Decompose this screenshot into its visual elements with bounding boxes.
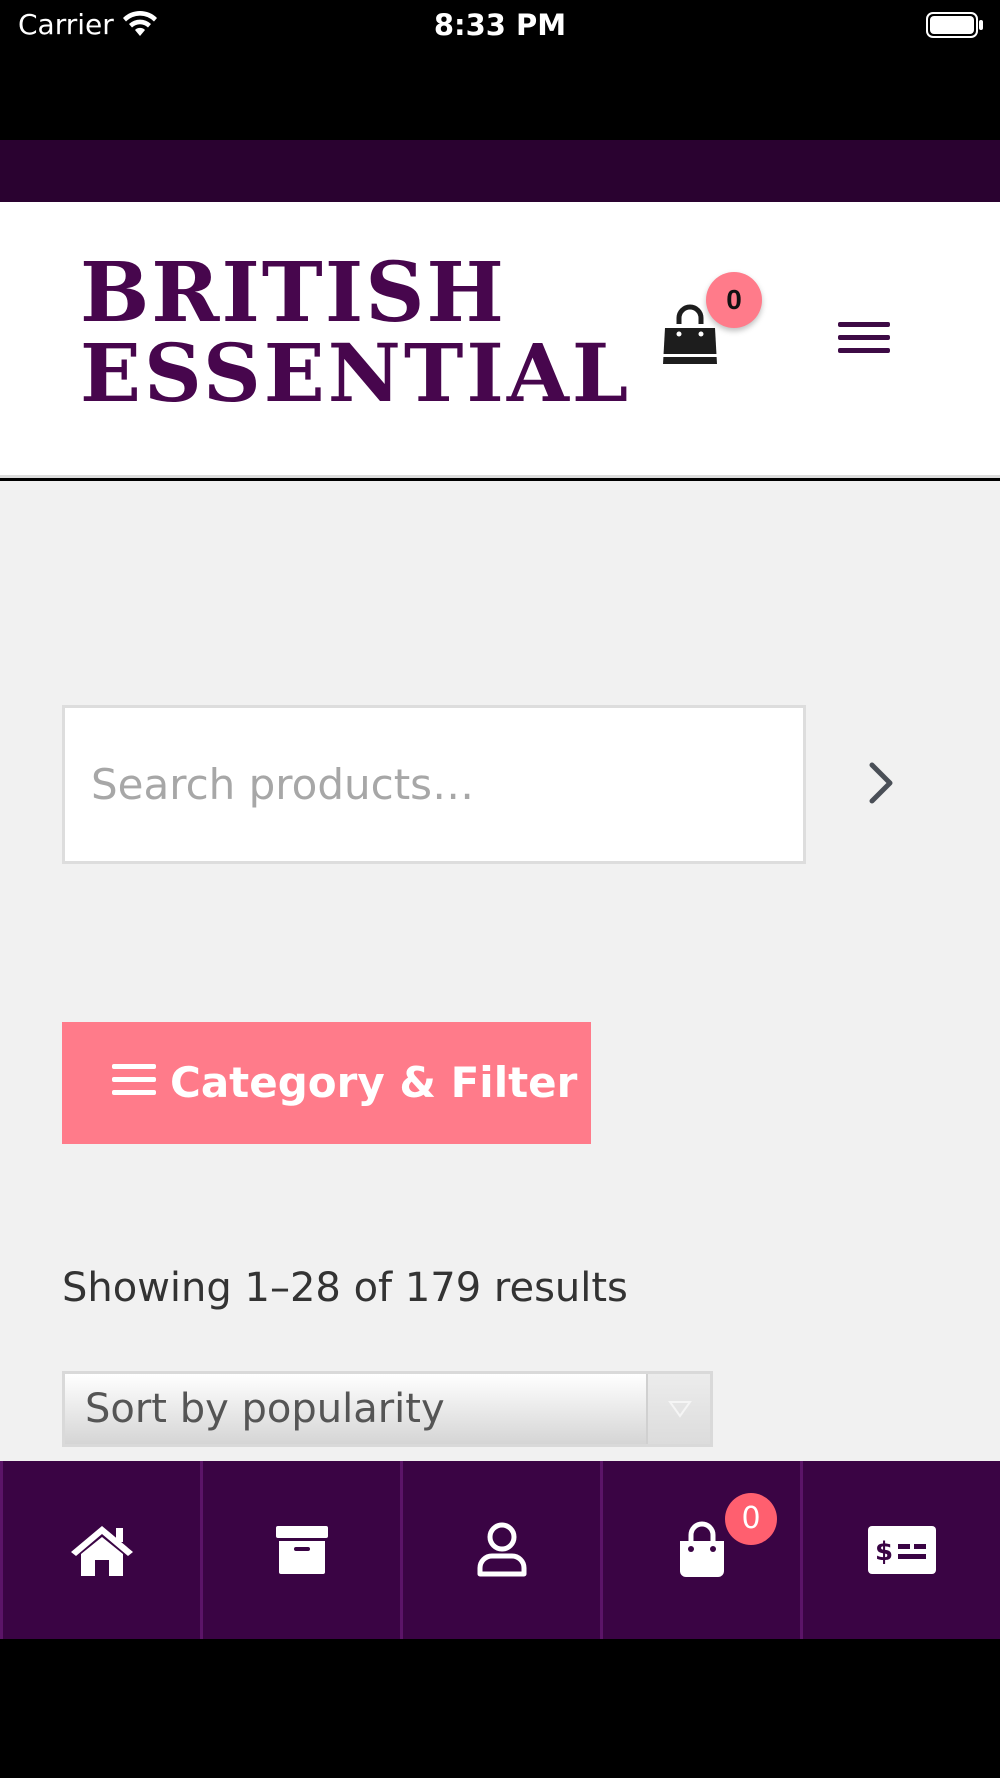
tab-home[interactable] — [0, 1461, 200, 1639]
brand-logo[interactable]: BRITISH ESSENTIAL — [80, 245, 632, 420]
sort-dropdown-toggle[interactable] — [646, 1374, 710, 1444]
promo-strip — [0, 140, 1000, 202]
tab-account[interactable] — [400, 1461, 600, 1639]
home-icon — [70, 1526, 133, 1576]
tab-payment[interactable]: $ — [800, 1461, 1000, 1639]
sort-selected-value: Sort by popularity — [85, 1386, 445, 1432]
user-icon — [477, 1522, 526, 1577]
tab-cart-badge: 0 — [725, 1493, 777, 1545]
cart-count: 0 — [726, 284, 742, 315]
clock: 8:33 PM — [433, 8, 567, 42]
svg-text:$: $ — [874, 1537, 892, 1567]
status-bar: Carrier 8:33 PM — [0, 0, 1000, 140]
chevron-right-icon[interactable] — [856, 753, 906, 813]
sort-select[interactable]: Sort by popularity — [62, 1371, 713, 1447]
bottom-tab-bar: 0 $ — [0, 1461, 1000, 1639]
tab-catalog[interactable] — [200, 1461, 400, 1639]
results-count: Showing 1–28 of 179 results — [62, 1265, 628, 1311]
category-filter-button[interactable]: Category & Filter — [62, 1022, 591, 1144]
category-filter-label: Category & Filter — [170, 1058, 578, 1107]
shopping-bag-icon — [679, 1521, 724, 1577]
archive-icon — [275, 1526, 328, 1574]
tab-cart[interactable]: 0 — [600, 1461, 800, 1639]
hamburger-menu-button[interactable] — [834, 318, 892, 358]
search-box — [62, 705, 806, 864]
cart-count-badge: 0 — [706, 272, 762, 328]
battery-icon — [926, 12, 983, 38]
search-input[interactable] — [65, 708, 803, 861]
logo-text-line1: BRITISH — [80, 245, 506, 341]
main-content: Category & Filter Showing 1–28 of 179 re… — [0, 481, 1000, 1461]
money-bill-icon: $ — [867, 1526, 936, 1574]
bars-icon — [112, 1064, 156, 1098]
caret-down-icon — [668, 1401, 692, 1418]
logo-text-line2: ESSENTIAL — [80, 326, 632, 420]
home-indicator-area — [0, 1639, 1000, 1778]
